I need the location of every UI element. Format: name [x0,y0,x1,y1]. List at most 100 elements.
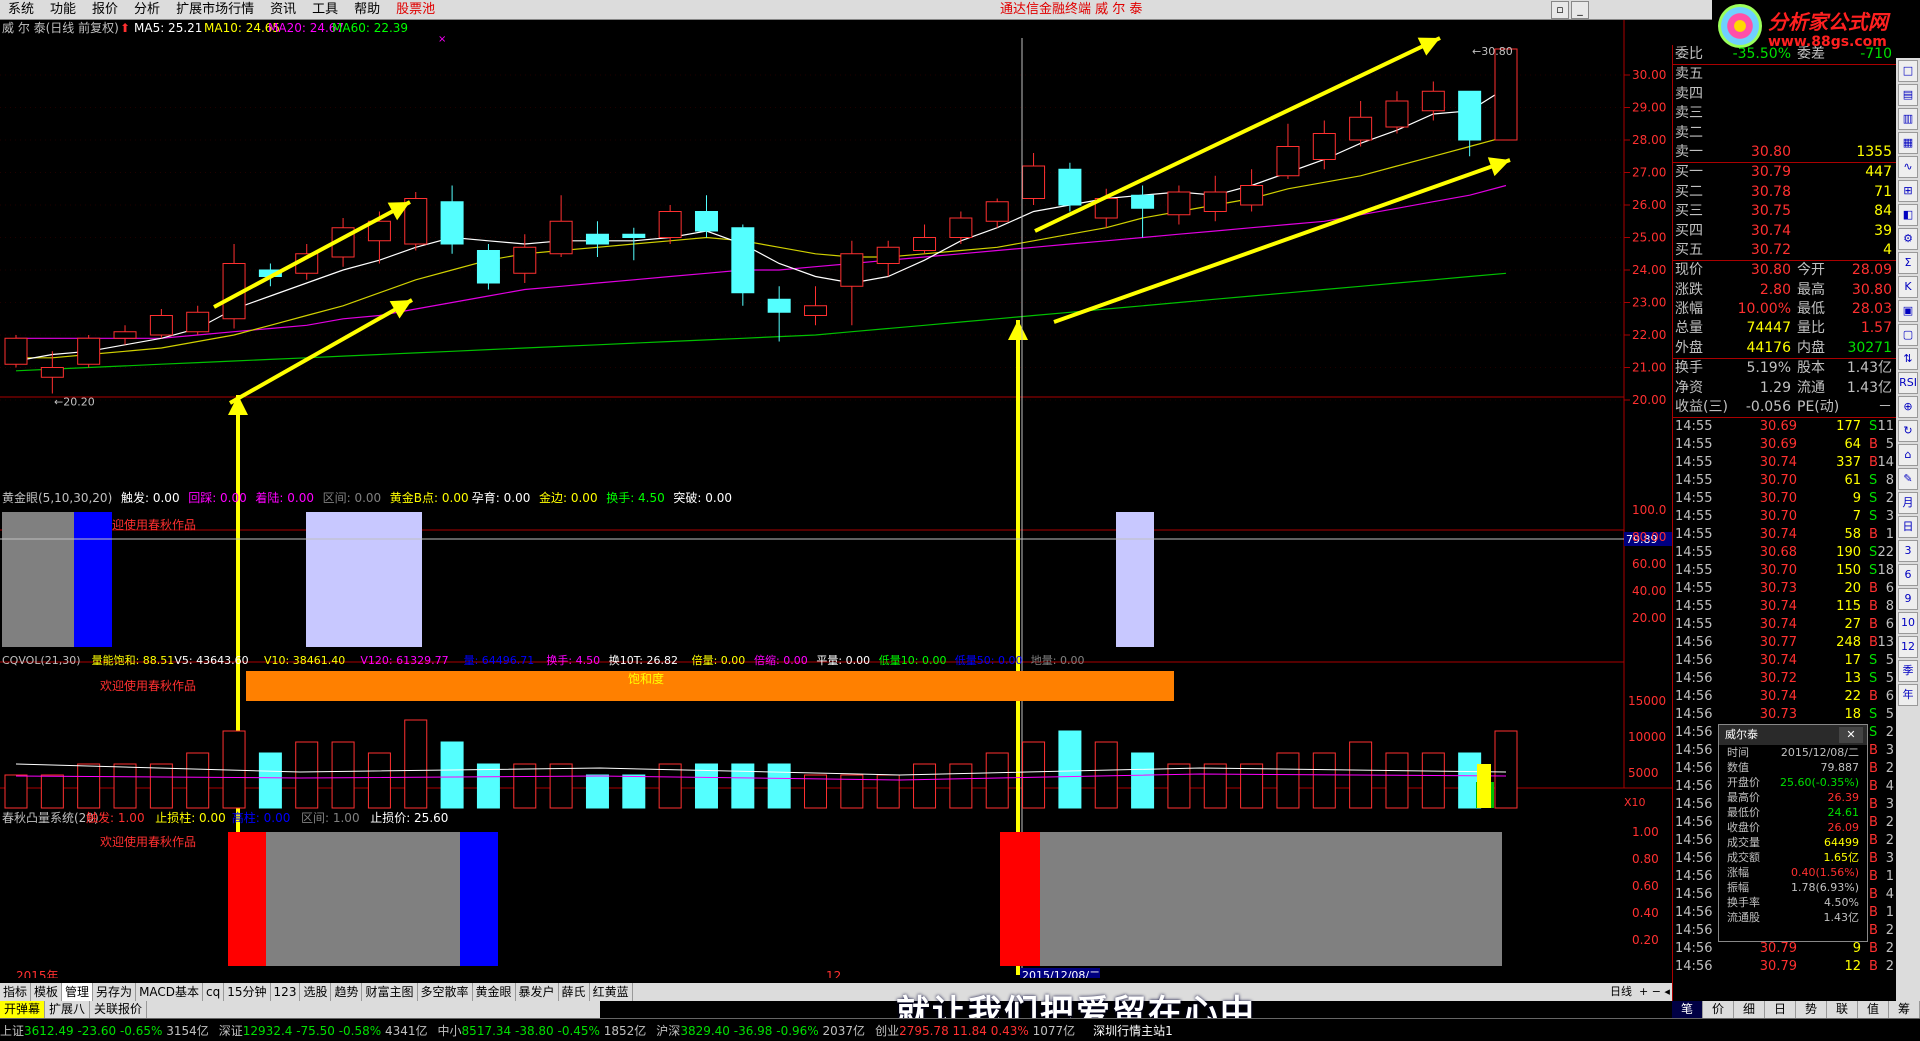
quote-value: 2.80 [1759,281,1791,298]
menu-item-1[interactable]: 功能 [42,0,84,20]
toolbar-button-25[interactable]: 季 [1898,660,1918,682]
quote-tab-7[interactable]: 筹 [1889,1001,1920,1018]
toolbar-button-20[interactable]: 3 [1898,540,1918,562]
toolbar-button-16[interactable]: ⌂ [1898,444,1918,466]
quote-tab-0[interactable]: 笔 [1672,1001,1703,1018]
quote-tab-4[interactable]: 势 [1796,1001,1827,1018]
toolbar-button-3[interactable]: ▦ [1898,132,1918,154]
toolbar-button-1[interactable]: ▤ [1898,84,1918,106]
tick-side: S [1869,419,1878,435]
tick-row: 14:55 30.74 27 B 6 [1673,616,1896,634]
menu-item-5[interactable]: 资讯 [262,0,304,20]
index-ticker[interactable]: 中小8517.34 -38.80 -0.45% 1852亿 [438,1022,647,1039]
data-tooltip-window[interactable]: 威尔泰 ✕ 时间 2015/12/08/二 数值 79.887 开盘价 25.60(-0.… [1718,724,1868,942]
quote-tab-3[interactable]: 日 [1765,1001,1796,1018]
candle-body [549,220,573,255]
tick-price: 30.69 [1759,419,1797,435]
tooltip-header[interactable]: 威尔泰 ✕ [1719,725,1867,745]
tick-count: 11 [1877,419,1894,435]
toolbar-button-7[interactable]: ⚙ [1898,228,1918,250]
indicator-tab-6[interactable]: 15分钟 [224,983,271,1001]
menu-item-4[interactable]: 扩展市场行情 [168,0,262,20]
kline-chart-area[interactable]: 威 尔 泰(日线 前复权) ⬆ MA5: 25.21 MA10: 24.65MA20:… [0,20,1672,978]
volume-bar [1167,763,1191,809]
quote-tab-5[interactable]: 联 [1827,1001,1858,1018]
tick-count: 6 [1885,689,1894,705]
toolbar-button-22[interactable]: 9 [1898,588,1918,610]
indicator-tab-15[interactable]: 红黄蓝 [590,983,633,1001]
toolbar-button-8[interactable]: Σ [1898,252,1918,274]
toolbar-button-13[interactable]: RSI [1898,372,1918,394]
toolbar-button-2[interactable]: ▥ [1898,108,1918,130]
toolbar-button-14[interactable]: ⊕ [1898,396,1918,418]
indicator-tab-3[interactable]: 另存为 [93,983,137,1001]
menu-item-7[interactable]: 帮助 [346,0,388,20]
toolbar-button-17[interactable]: ✎ [1898,468,1918,490]
toolbar-button-4[interactable]: ∿ [1898,156,1918,178]
restore-button[interactable]: ▫ [1551,1,1569,19]
indicator-tab-12[interactable]: 黄金眼 [473,983,516,1001]
panel3-legend-2: 止损柱: 0.00 [155,810,226,825]
indicator-tab-1[interactable]: 模板 [31,983,63,1001]
indicator-tab-5[interactable]: cq [203,983,225,1001]
indicator-tab-13[interactable]: 暴发户 [516,983,559,1001]
index-pct: -0.65% [119,1023,167,1038]
indicator-tab-8[interactable]: 选股 [300,983,332,1001]
app-title: 通达信金融终端 威 尔 泰 [1000,2,1143,17]
candle-body [1167,191,1191,216]
toolbar-button-9[interactable]: K [1898,276,1918,298]
candle-body [985,201,1009,222]
menu-item-6[interactable]: 工具 [304,0,346,20]
quote-tab-1[interactable]: 价 [1703,1001,1734,1018]
indicator-tab-14[interactable]: 薛氏 [559,983,590,1001]
panel1-bar [306,512,422,647]
menu-item-8[interactable]: 股票池 [388,0,443,20]
server-name[interactable]: 深圳行情主站1 [1093,1022,1173,1039]
toolbar-button-6[interactable]: ◧ [1898,204,1918,226]
extra-tab-2[interactable]: 关联报价 [90,1001,148,1018]
tick-row: 14:55 30.69 177 S 11 [1673,418,1896,436]
y-tick-label: 26.00 [1632,198,1666,212]
tick-time: 14:56 [1675,959,1713,975]
toolbar-button-15[interactable]: ↻ [1898,420,1918,442]
quote-label: 总量 [1675,320,1703,337]
tick-side: S [1869,653,1878,669]
menu-item-0[interactable]: 系统 [0,0,42,20]
index-ticker[interactable]: 上证3612.49 -23.60 -0.65% 3154亿 [0,1022,209,1039]
indicator-tab-2[interactable]: 管理 [62,983,94,1001]
indicator-tab-7[interactable]: 123 [271,983,301,1001]
tick-price: 30.69 [1759,437,1797,453]
quote-tab-6[interactable]: 值 [1858,1001,1889,1018]
toolbar-button-19[interactable]: 日 [1898,516,1918,538]
toolbar-button-10[interactable]: ▣ [1898,300,1918,322]
indicator-tab-9[interactable]: 趋势 [331,983,363,1001]
tick-volume: 58 [1844,527,1861,543]
extra-tab-0[interactable]: 开弹幕 [0,1001,46,1018]
quote-tab-2[interactable]: 细 [1734,1001,1765,1018]
toolbar-button-26[interactable]: 年 [1898,684,1918,706]
toolbar-button-23[interactable]: 10 [1898,612,1918,634]
tick-side: S [1869,491,1878,507]
indicator-tab-4[interactable]: MACD基本 [136,983,204,1001]
panel2-y-tick: 5000 [1628,766,1659,780]
minimize-button[interactable]: _ [1571,1,1589,19]
index-ticker[interactable]: 沪深3829.40 -36.98 -0.96% 2037亿 [656,1022,865,1039]
extra-tab-1[interactable]: 扩展八 [45,1001,91,1018]
toolbar-button-12[interactable]: ⇅ [1898,348,1918,370]
toolbar-button-0[interactable]: □ [1898,60,1918,82]
index-ticker[interactable]: 创业2795.78 11.84 0.43% 1077亿 [875,1022,1075,1039]
toolbar-button-18[interactable]: 月 [1898,492,1918,514]
indicator-tab-10[interactable]: 财富主图 [362,983,418,1001]
toolbar-button-24[interactable]: 12 [1898,636,1918,658]
period-label[interactable]: 日线 [1610,985,1632,998]
toolbar-button-11[interactable]: ▢ [1898,324,1918,346]
toolbar-button-21[interactable]: 6 [1898,564,1918,586]
menu-item-2[interactable]: 报价 [84,0,126,20]
indicator-tab-0[interactable]: 指标 [0,983,32,1001]
close-icon[interactable]: ✕ [1839,727,1863,743]
tick-price: 30.77 [1759,635,1797,651]
toolbar-button-5[interactable]: ⊞ [1898,180,1918,202]
menu-item-3[interactable]: 分析 [126,0,168,20]
indicator-tab-11[interactable]: 多空散率 [418,983,473,1001]
index-ticker[interactable]: 深证12932.4 -75.50 -0.58% 4341亿 [219,1022,428,1039]
